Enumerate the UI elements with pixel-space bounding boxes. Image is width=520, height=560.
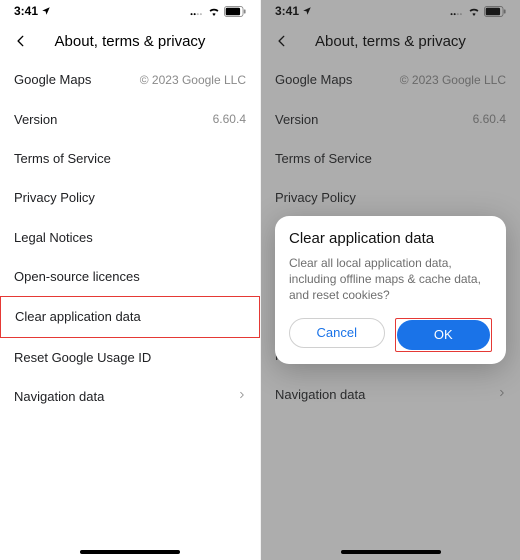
row-value: © 2023 Google LLC bbox=[140, 73, 246, 87]
row-label: Google Maps bbox=[275, 72, 352, 87]
wifi-icon bbox=[207, 6, 221, 16]
status-bar: 3:41 bbox=[0, 0, 260, 22]
dialog-actions: Cancel OK bbox=[289, 318, 492, 352]
row-value: 6.60.4 bbox=[473, 112, 506, 126]
row-label: Version bbox=[275, 112, 318, 127]
row-clear-application-data[interactable]: Clear application data bbox=[0, 296, 260, 337]
chevron-left-icon bbox=[14, 34, 28, 48]
row-google-maps[interactable]: Google Maps © 2023 Google LLC bbox=[0, 60, 260, 99]
battery-icon bbox=[484, 6, 506, 17]
back-button[interactable] bbox=[271, 30, 293, 52]
page-title: About, terms & privacy bbox=[0, 33, 260, 50]
row-label: Google Maps bbox=[14, 72, 91, 87]
row-legal-notices[interactable]: Legal Notices bbox=[0, 218, 260, 257]
row-privacy-policy[interactable]: Privacy Policy bbox=[0, 178, 260, 217]
row-label: Terms of Service bbox=[14, 151, 111, 166]
back-button[interactable] bbox=[10, 30, 32, 52]
row-label: Legal Notices bbox=[14, 230, 93, 245]
row-reset-google-usage-id[interactable]: Reset Google Usage ID bbox=[0, 338, 260, 377]
home-indicator bbox=[341, 550, 441, 554]
status-time: 3:41 bbox=[275, 4, 299, 18]
row-label: Privacy Policy bbox=[275, 190, 356, 205]
row-label: Navigation data bbox=[275, 387, 365, 402]
row-value: © 2023 Google LLC bbox=[400, 73, 506, 87]
row-navigation-data[interactable]: Navigation data bbox=[0, 377, 260, 416]
settings-list: Google Maps © 2023 Google LLC Version 6.… bbox=[0, 60, 260, 416]
nav-bar: About, terms & privacy bbox=[0, 22, 260, 60]
dialog-body: Clear all local application data, includ… bbox=[289, 255, 492, 304]
phone-right: 3:41 bbox=[260, 0, 520, 560]
signal-icon bbox=[190, 6, 204, 16]
row-label: Open-source licences bbox=[14, 269, 140, 284]
dialog-title: Clear application data bbox=[289, 230, 492, 247]
row-label: Privacy Policy bbox=[14, 190, 95, 205]
row-open-source-licences[interactable]: Open-source licences bbox=[0, 257, 260, 296]
row-terms-of-service[interactable]: Terms of Service bbox=[0, 139, 260, 178]
ok-button-highlight: OK bbox=[395, 318, 493, 352]
row-navigation-data: Navigation data bbox=[261, 375, 520, 414]
phone-left: 3:41 bbox=[0, 0, 260, 560]
row-label: Terms of Service bbox=[275, 151, 372, 166]
wifi-icon bbox=[467, 6, 481, 16]
row-label: Clear application data bbox=[15, 309, 141, 324]
row-version: Version 6.60.4 bbox=[0, 99, 260, 138]
battery-icon bbox=[224, 6, 246, 17]
row-label: Reset Google Usage ID bbox=[14, 350, 151, 365]
page-title: About, terms & privacy bbox=[261, 33, 520, 50]
status-time: 3:41 bbox=[14, 4, 38, 18]
row-label: Navigation data bbox=[14, 389, 104, 404]
chevron-left-icon bbox=[275, 34, 289, 48]
ok-button[interactable]: OK bbox=[397, 320, 491, 350]
chevron-right-icon bbox=[238, 389, 246, 404]
row-value: 6.60.4 bbox=[213, 112, 246, 126]
row-version: Version 6.60.4 bbox=[261, 99, 520, 138]
row-google-maps: Google Maps © 2023 Google LLC bbox=[261, 60, 520, 99]
location-icon bbox=[302, 6, 312, 16]
status-bar: 3:41 bbox=[261, 0, 520, 22]
signal-icon bbox=[450, 6, 464, 16]
row-label: Version bbox=[14, 112, 57, 127]
row-terms-of-service: Terms of Service bbox=[261, 139, 520, 178]
location-icon bbox=[41, 6, 51, 16]
cancel-button[interactable]: Cancel bbox=[289, 318, 385, 348]
chevron-right-icon bbox=[498, 387, 506, 402]
nav-bar: About, terms & privacy bbox=[261, 22, 520, 60]
home-indicator bbox=[80, 550, 180, 554]
clear-data-dialog: Clear application data Clear all local a… bbox=[275, 216, 506, 364]
row-privacy-policy: Privacy Policy bbox=[261, 178, 520, 217]
